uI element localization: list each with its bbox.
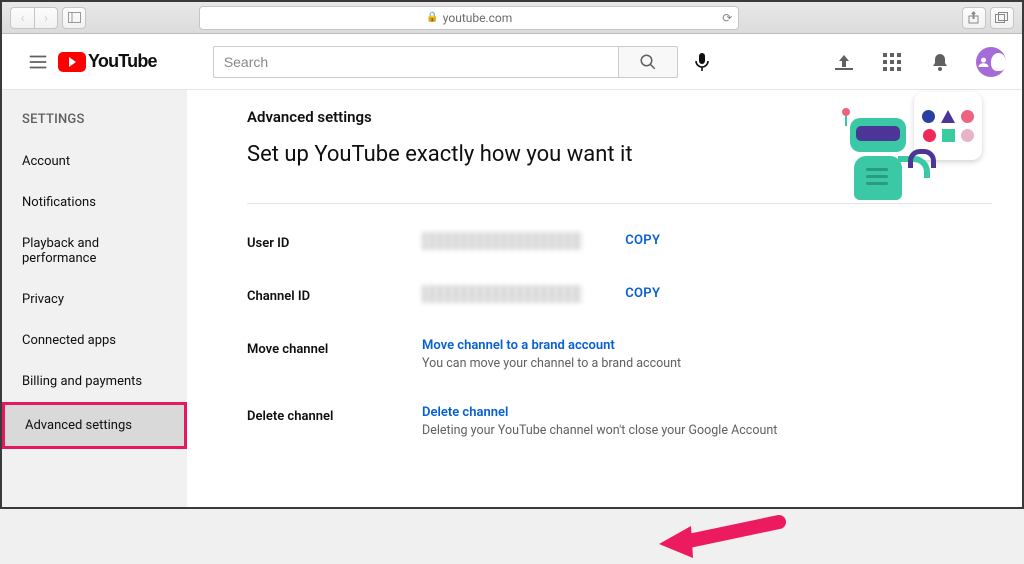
- sub-move-channel: You can move your channel to a brand acc…: [422, 356, 992, 371]
- search-form: [213, 44, 720, 80]
- avatar[interactable]: [976, 47, 1006, 77]
- search-button[interactable]: [618, 46, 678, 78]
- upload-button[interactable]: [832, 50, 856, 74]
- lock-icon: 🔒: [426, 12, 438, 23]
- label-channel-id: Channel ID: [247, 285, 422, 304]
- sidebar-item-privacy[interactable]: Privacy: [2, 279, 187, 320]
- label-delete-channel: Delete channel: [247, 405, 422, 424]
- link-delete-channel[interactable]: Delete channel: [422, 405, 992, 420]
- robot-illustration: [832, 92, 982, 242]
- back-button[interactable]: ‹: [10, 7, 34, 29]
- link-move-channel[interactable]: Move channel to a brand account: [422, 338, 992, 353]
- settings-sidebar: SETTINGS Account Notifications Playback …: [2, 90, 187, 507]
- sidebar-item-notifications[interactable]: Notifications: [2, 182, 187, 223]
- copy-channel-id-button[interactable]: COPY: [625, 286, 660, 301]
- tabs-button[interactable]: [990, 7, 1014, 29]
- reload-icon[interactable]: ⟳: [722, 11, 732, 25]
- share-button[interactable]: [962, 7, 986, 29]
- sidebar-item-billing[interactable]: Billing and payments: [2, 361, 187, 402]
- voice-search-button[interactable]: [684, 44, 720, 80]
- row-channel-id: Channel ID COPY: [247, 285, 992, 304]
- sidebar-item-account[interactable]: Account: [2, 141, 187, 182]
- forward-button[interactable]: ›: [34, 7, 58, 29]
- search-input[interactable]: [213, 46, 618, 78]
- value-channel-id: [422, 285, 582, 303]
- url-text: youtube.com: [443, 11, 513, 25]
- sidebar-item-playback[interactable]: Playback and performance: [2, 223, 187, 279]
- row-delete-channel: Delete channel Delete channel Deleting y…: [247, 405, 992, 438]
- menu-button[interactable]: [18, 42, 58, 82]
- main-panel: Advanced settings Set up YouTube exactly…: [187, 90, 1022, 507]
- row-move-channel: Move channel Move channel to a brand acc…: [247, 338, 992, 371]
- youtube-wordmark: YouTube: [88, 51, 157, 72]
- youtube-play-icon: [58, 52, 86, 72]
- browser-toolbar: ‹ › 🔒 youtube.com ⟳: [2, 2, 1022, 34]
- sub-delete-channel: Deleting your YouTube channel won't clos…: [422, 423, 992, 438]
- youtube-logo[interactable]: YouTube: [58, 51, 157, 72]
- youtube-header: YouTube: [2, 34, 1022, 90]
- address-bar[interactable]: 🔒 youtube.com ⟳: [199, 6, 739, 30]
- label-move-channel: Move channel: [247, 338, 422, 357]
- sidebar-item-advanced-settings[interactable]: Advanced settings: [2, 402, 187, 449]
- apps-button[interactable]: [880, 50, 904, 74]
- copy-user-id-button[interactable]: COPY: [625, 233, 660, 248]
- notifications-button[interactable]: [928, 50, 952, 74]
- value-user-id: [422, 232, 582, 250]
- annotation-arrow: [659, 514, 789, 564]
- sidebar-toggle[interactable]: [62, 7, 86, 29]
- sidebar-heading: SETTINGS: [2, 102, 187, 141]
- sidebar-item-connected-apps[interactable]: Connected apps: [2, 320, 187, 361]
- label-user-id: User ID: [247, 232, 422, 251]
